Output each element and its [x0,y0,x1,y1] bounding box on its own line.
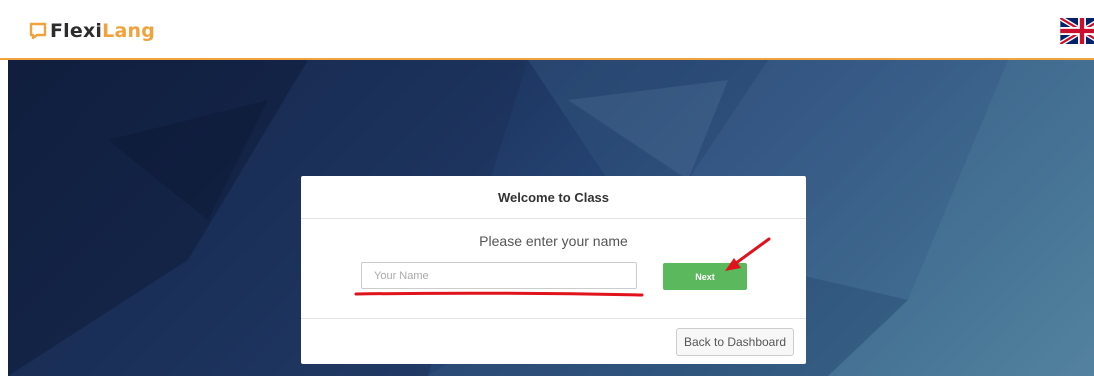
name-input[interactable] [361,262,637,289]
top-header: FlexiLang [0,0,1094,60]
next-button[interactable]: Next [663,263,747,290]
dialog-title: Welcome to Class [301,176,806,219]
chat-bubble-icon [29,22,47,40]
dialog-footer: Back to Dashboard [301,318,806,364]
back-to-dashboard-button[interactable]: Back to Dashboard [676,328,794,356]
name-prompt: Please enter your name [479,233,628,249]
flexilang-logo[interactable]: FlexiLang [28,19,155,43]
welcome-dialog: Welcome to Class Please enter your name … [301,176,806,364]
logo-text: FlexiLang [50,20,156,42]
uk-flag-icon[interactable] [1060,18,1094,44]
